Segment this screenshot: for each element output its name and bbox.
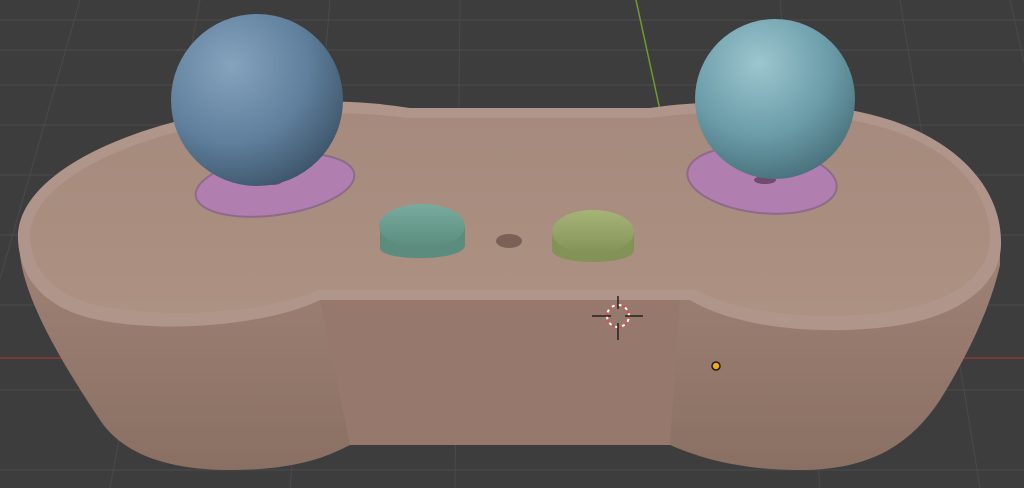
joystick-right[interactable] (695, 19, 855, 179)
controller-body-top[interactable] (29, 112, 991, 316)
y-axis-line (635, 0, 661, 111)
3d-viewport[interactable] (0, 0, 1024, 488)
button-green[interactable] (552, 210, 634, 262)
joystick-left[interactable] (171, 14, 343, 186)
button-teal[interactable] (379, 204, 465, 259)
object-origin-dot-icon (711, 361, 721, 371)
center-hole (496, 234, 522, 248)
viewport-canvas[interactable] (0, 0, 1024, 488)
controller-front-panel (320, 300, 680, 445)
